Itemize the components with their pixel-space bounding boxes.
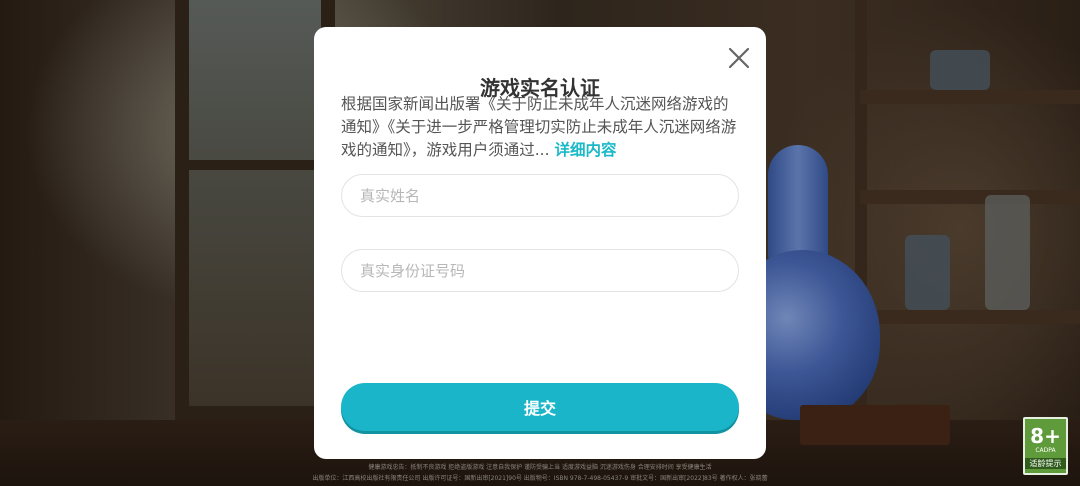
background-window-bar <box>175 160 335 170</box>
background-shelf <box>860 310 1080 324</box>
real-name-input[interactable] <box>341 174 739 217</box>
age-rating-tip: 适龄提示 <box>1025 458 1066 469</box>
age-rating: 8+ <box>1030 424 1061 448</box>
close-icon <box>728 47 750 69</box>
background-vase-neck <box>768 145 828 265</box>
age-rating-org: CADPA <box>1035 447 1056 454</box>
details-link[interactable]: 详细内容 <box>554 141 616 159</box>
id-number-input[interactable] <box>341 249 739 292</box>
submit-button[interactable]: 提交 <box>341 383 739 431</box>
background-figure <box>930 50 990 90</box>
background-book <box>800 405 950 445</box>
background-jar <box>905 235 950 310</box>
age-rating-badge[interactable]: 8+ CADPA 适龄提示 <box>1023 417 1068 475</box>
publisher-info-footer: 出版单位：江西高校出版社有限责任公司 出版许可证号：国新出审[2021]90号 … <box>312 475 768 482</box>
policy-notice: 根据国家新闻出版署《关于防止未成年人沉迷网络游戏的通知》《关于进一步严格管理切实… <box>341 93 741 162</box>
health-advice-footer: 健康游戏忠告：抵制不良游戏 拒绝盗版游戏 注意自我保护 谨防受骗上当 适度游戏益… <box>368 464 712 471</box>
background-window <box>175 0 335 420</box>
policy-notice-text: 根据国家新闻出版署《关于防止未成年人沉迷网络游戏的通知》《关于进一步严格管理切实… <box>341 95 737 159</box>
background-bottle <box>985 195 1030 310</box>
background-shelf <box>860 90 1080 104</box>
background-shelf <box>860 190 1080 204</box>
close-button[interactable] <box>728 47 750 69</box>
real-name-dialog: 游戏实名认证 根据国家新闻出版署《关于防止未成年人沉迷网络游戏的通知》《关于进一… <box>314 27 766 459</box>
